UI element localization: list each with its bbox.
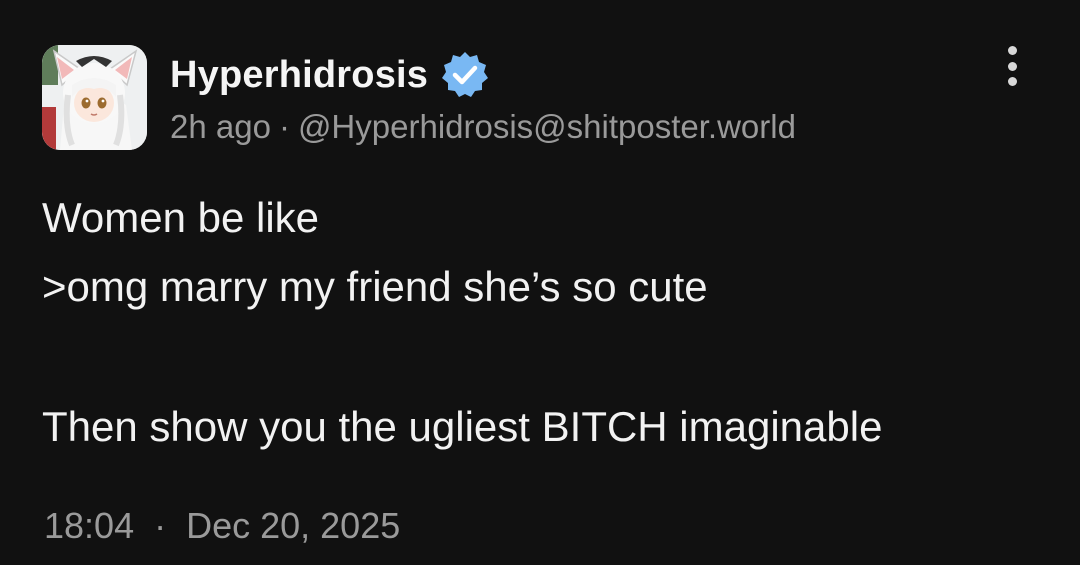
author-name-row: Hyperhidrosis xyxy=(170,50,490,100)
verified-badge-icon xyxy=(442,52,489,97)
post-timestamp: 18:04 · Dec 20, 2025 xyxy=(44,505,400,547)
anime-girl-avatar-icon xyxy=(42,45,147,150)
post-meta: 2h ago · @Hyperhidrosis@shitposter.world xyxy=(170,108,796,146)
more-options-button[interactable] xyxy=(996,46,1028,86)
avatar[interactable] xyxy=(42,45,147,150)
author-display-name[interactable]: Hyperhidrosis xyxy=(170,54,428,97)
post-date: Dec 20, 2025 xyxy=(186,505,401,546)
post-time-ago: 2h ago xyxy=(170,108,271,145)
footer-separator: · xyxy=(154,505,167,546)
post-text-line: Then show you the ugliest BITCH imaginab… xyxy=(42,403,883,450)
meta-separator: · xyxy=(278,108,290,145)
author-handle[interactable]: @Hyperhidrosis@shitposter.world xyxy=(298,108,796,145)
post-text-line: Women be like xyxy=(42,194,320,241)
post-time: 18:04 xyxy=(44,505,135,546)
more-vertical-icon xyxy=(1007,46,1017,55)
post-text-line: >omg marry my friend she’s so cute xyxy=(42,263,708,310)
post-card: Hyperhidrosis 2h ago · @Hyperhidrosis@shit… xyxy=(0,0,1080,565)
